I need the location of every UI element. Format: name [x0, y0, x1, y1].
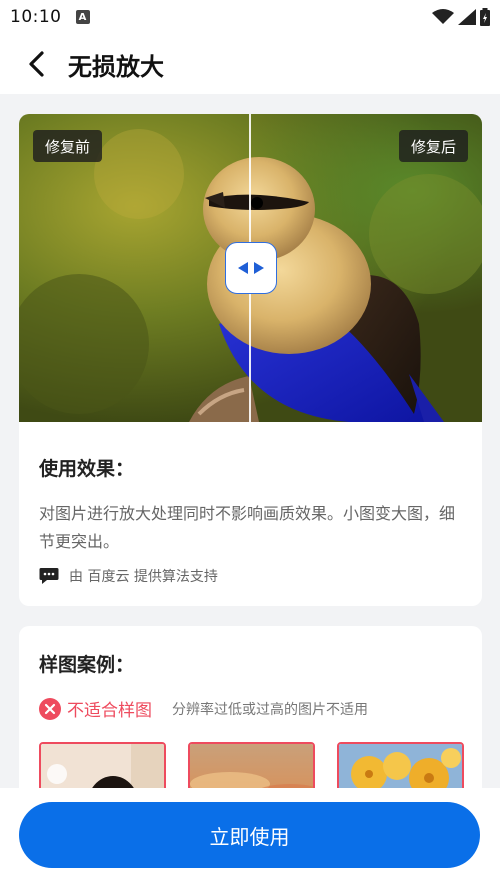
unsuitable-label: 不适合样图: [67, 701, 152, 721]
portrait-image: [41, 744, 164, 794]
left-arrow-icon: [238, 262, 248, 274]
provider-text: 由 百度云 提供算法支持: [69, 569, 218, 585]
right-arrow-icon: [254, 262, 264, 274]
samples-heading: 样图案例：: [39, 654, 135, 676]
samples-card: 样图案例： 不适合样图 分辨率过低或过高的图片不适用: [19, 626, 482, 794]
before-after-comparison[interactable]: 修复前 修复后: [19, 114, 482, 422]
signal-icon: [458, 9, 476, 25]
unsuitable-description: 分辨率过低或过高的图片不适用: [172, 701, 368, 718]
content-scroll[interactable]: 修复前 修复后 使用效果： 对图片进行放大处理同时不影响画质效果。小图变大图，细…: [0, 94, 500, 794]
after-label: 修复后: [398, 130, 468, 162]
battery-icon: [480, 8, 490, 26]
wifi-icon: [432, 9, 454, 24]
effect-heading: 使用效果：: [39, 458, 135, 480]
sample-thumbnail[interactable]: [337, 742, 464, 794]
sample-thumbnail[interactable]: [188, 742, 315, 794]
back-arrow-icon: [29, 51, 44, 77]
back-button[interactable]: [12, 40, 60, 88]
flowers-image: [339, 744, 462, 794]
notification-icon: A: [75, 10, 90, 24]
status-time: 10:10: [10, 7, 62, 27]
sample-thumbnail[interactable]: [39, 742, 166, 794]
sunset-image: [190, 744, 313, 794]
close-circle-icon: [39, 697, 61, 720]
unsuitable-row: 不适合样图 分辨率过低或过高的图片不适用: [39, 696, 368, 721]
provider-credit: 由 百度云 提供算法支持: [39, 566, 218, 586]
use-now-button[interactable]: 立即使用: [19, 802, 480, 868]
effect-description: 对图片进行放大处理同时不影响画质效果。小图变大图，细节更突出。: [39, 504, 456, 551]
status-bar: 10:10 A: [0, 0, 500, 34]
status-icons: [432, 8, 490, 26]
app-header: 无损放大: [0, 34, 500, 94]
before-label: 修复前: [33, 130, 103, 162]
page-title: 无损放大: [68, 52, 164, 81]
preview-card: 修复前 修复后 使用效果： 对图片进行放大处理同时不影响画质效果。小图变大图，细…: [19, 114, 482, 606]
bottom-bar: 立即使用: [0, 788, 500, 888]
message-icon: [39, 568, 59, 584]
sample-thumbnails: [39, 742, 464, 794]
slider-handle[interactable]: [225, 242, 277, 294]
